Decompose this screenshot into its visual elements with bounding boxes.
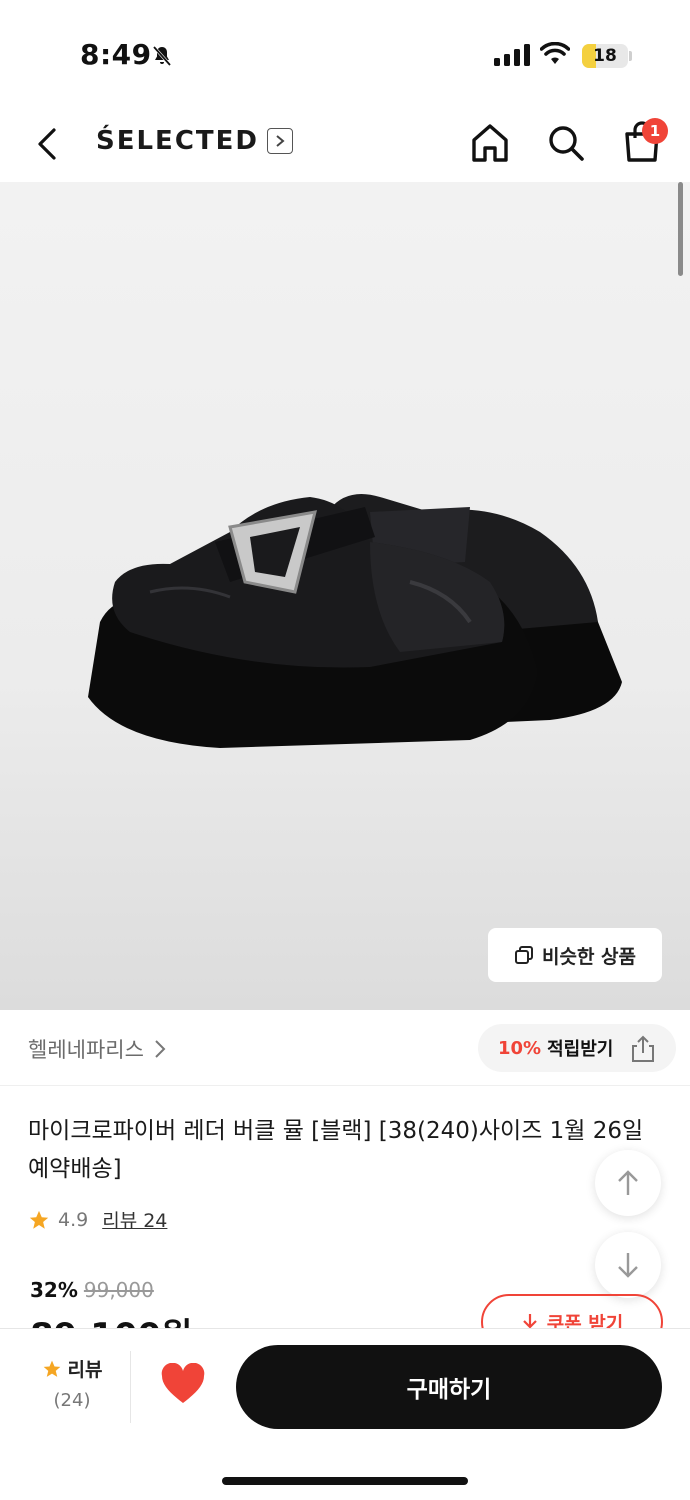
final-price: 89,100원 bbox=[30, 1308, 192, 1328]
original-price: 99,000 bbox=[83, 1278, 154, 1302]
product-title: 마이크로파이버 레더 버클 뮬 [블랙] [38(240)사이즈 1월 26일 … bbox=[28, 1118, 644, 1182]
home-indicator bbox=[222, 1477, 468, 1485]
review-link[interactable]: 리뷰 24 bbox=[102, 1206, 167, 1233]
rating-row: 4.9 리뷰 24 bbox=[28, 1206, 167, 1233]
review-tab-count: (24) bbox=[53, 1390, 91, 1411]
coupon-label: 쿠폰 받기 bbox=[546, 1312, 624, 1329]
status-time: 8:49 bbox=[80, 38, 152, 71]
battery-indicator: 18 bbox=[582, 44, 628, 68]
reward-share-pill[interactable]: 10% 적립받기 bbox=[478, 1024, 676, 1072]
brand-link[interactable]: ŚELECTED bbox=[96, 126, 293, 156]
cellular-signal-icon bbox=[494, 44, 530, 66]
seller-row: 헬레네파리스 10% 적립받기 bbox=[0, 1010, 690, 1086]
shoe-illustration bbox=[88, 494, 622, 748]
discount-row: 32% 99,000 bbox=[30, 1278, 154, 1302]
star-icon bbox=[29, 1210, 49, 1229]
search-icon[interactable] bbox=[546, 122, 586, 164]
rating-value: 4.9 bbox=[58, 1208, 89, 1231]
discount-rate: 32% bbox=[30, 1278, 78, 1302]
arrow-up-icon bbox=[618, 1170, 638, 1195]
home-icon[interactable] bbox=[470, 122, 510, 164]
review-tab-label-row: 리뷰 bbox=[30, 1355, 114, 1382]
bottom-action-bar: 리뷰 (24) 구매하기 bbox=[0, 1328, 690, 1500]
wifi-icon bbox=[540, 42, 570, 64]
seller-link[interactable]: 헬레네파리스 bbox=[28, 1034, 166, 1064]
heart-icon[interactable] bbox=[160, 1363, 206, 1405]
price-area: 32% 99,000 89,100원 쿠폰 받기 bbox=[0, 1270, 690, 1328]
product-image[interactable]: 비슷한 상품 bbox=[0, 182, 690, 1010]
seller-name: 헬레네파리스 bbox=[28, 1038, 144, 1062]
chevron-right-icon bbox=[155, 1040, 166, 1058]
app-header: ŚELECTED 1 bbox=[0, 100, 690, 182]
reward-label: 적립받기 bbox=[547, 1039, 614, 1060]
battery-nub bbox=[629, 51, 632, 61]
similar-products-label: 비슷한 상품 bbox=[541, 945, 636, 968]
bell-slash-icon bbox=[152, 46, 172, 66]
review-tab-label: 리뷰 bbox=[67, 1359, 103, 1381]
similar-products-button[interactable]: 비슷한 상품 bbox=[488, 928, 662, 982]
divider bbox=[130, 1351, 131, 1423]
coupon-button[interactable]: 쿠폰 받기 bbox=[481, 1294, 663, 1328]
chevron-right-icon bbox=[266, 128, 293, 154]
scroll-top-button[interactable] bbox=[595, 1150, 661, 1216]
battery-label: 18 bbox=[593, 46, 617, 66]
review-tab[interactable]: 리뷰 (24) bbox=[30, 1355, 114, 1411]
status-bar: 8:49 18 bbox=[0, 0, 690, 100]
reward-percent: 10% bbox=[498, 1037, 542, 1059]
copy-icon bbox=[514, 946, 533, 964]
image-scroll-indicator bbox=[678, 182, 683, 276]
download-icon bbox=[522, 1314, 537, 1328]
cart-count-badge: 1 bbox=[642, 118, 668, 144]
back-arrow-icon[interactable] bbox=[30, 124, 64, 164]
share-icon[interactable] bbox=[628, 1034, 658, 1064]
buy-button[interactable]: 구매하기 bbox=[236, 1345, 662, 1429]
brand-title: ŚELECTED bbox=[96, 126, 259, 156]
star-icon bbox=[43, 1360, 60, 1377]
